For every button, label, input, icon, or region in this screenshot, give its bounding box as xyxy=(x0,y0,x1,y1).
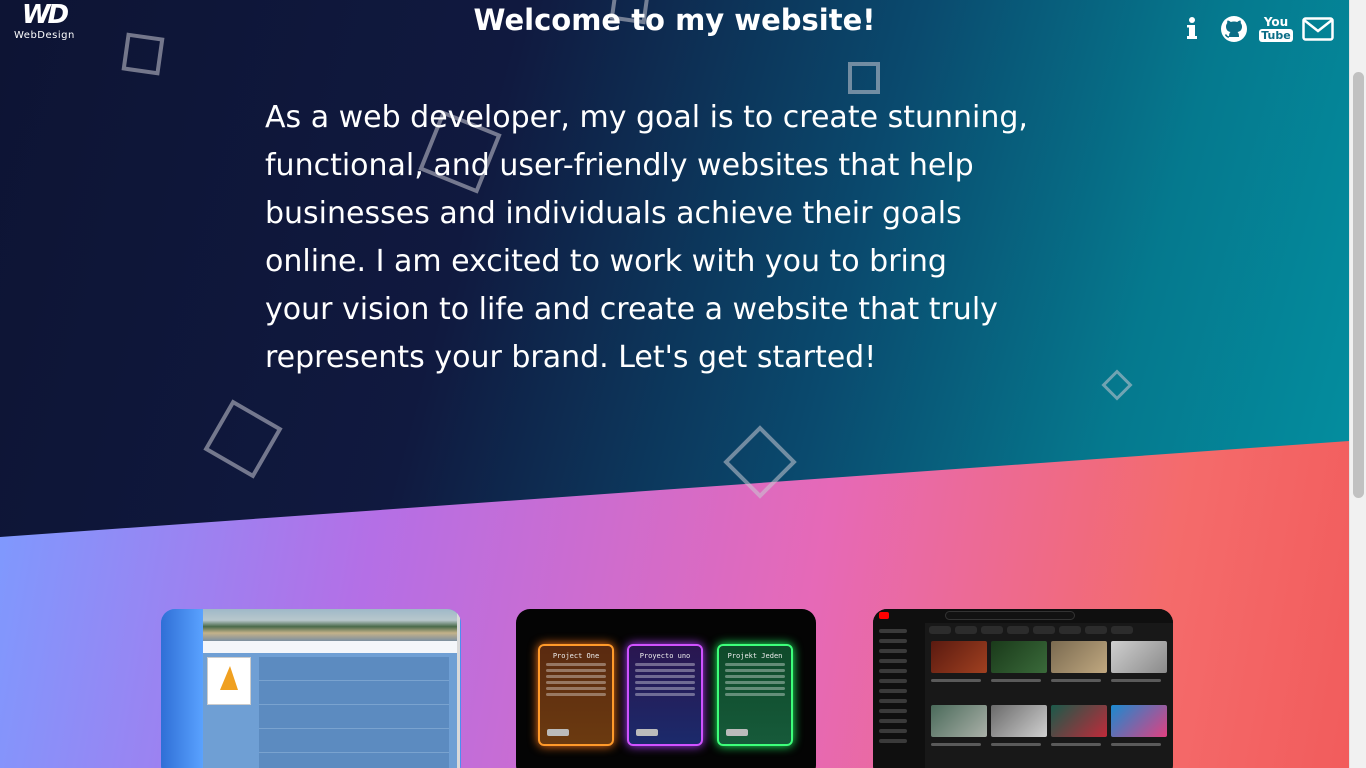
project-screenshot xyxy=(203,609,460,768)
project-card-sailing-club[interactable] xyxy=(161,609,461,768)
youtube-icon: You Tube xyxy=(1259,15,1293,42)
yt-clone-search xyxy=(945,611,1075,620)
lake-photo xyxy=(203,609,458,641)
intro-line: As a web developer, my goal is to create… xyxy=(265,100,1028,135)
yt-clone-topbar xyxy=(873,609,1173,623)
intro-line: functional, and user-friendly websites t… xyxy=(265,148,974,183)
screenshot-table xyxy=(259,657,449,768)
club-logo xyxy=(207,657,251,705)
screenshot-scrollbar xyxy=(457,609,460,768)
yt-clone-chips xyxy=(929,626,1169,634)
intro-line: businesses and individuals achieve their… xyxy=(265,196,962,231)
yt-clone-thumbnail xyxy=(991,641,1047,673)
decorative-square xyxy=(121,32,165,76)
neon-box-title: Project One xyxy=(552,652,600,660)
info-icon xyxy=(1187,17,1197,39)
neon-box-button xyxy=(726,729,748,736)
intro-line: represents your brand. Let's get started… xyxy=(265,340,877,375)
scrollbar-thumb[interactable] xyxy=(1353,72,1364,498)
github-icon xyxy=(1221,16,1247,42)
screenshot-nav xyxy=(203,641,458,653)
yt-clone-thumbnail xyxy=(1051,705,1107,737)
youtube-icon-top: You xyxy=(1263,15,1289,29)
yt-clone-thumbnail xyxy=(991,705,1047,737)
yt-clone-thumbnail xyxy=(1111,705,1167,737)
neon-box-purple: Proyecto uno xyxy=(627,644,703,746)
yt-clone-thumbnail xyxy=(931,705,987,737)
page-title: Welcome to my website! xyxy=(473,3,876,37)
intro-line: your vision to life and create a website… xyxy=(265,292,998,327)
yt-clone-thumbnail xyxy=(1051,641,1107,673)
youtube-link[interactable]: You Tube xyxy=(1259,12,1293,46)
youtube-icon-bottom: Tube xyxy=(1259,29,1293,42)
page: WD WebDesign Welcome to my website! You … xyxy=(0,0,1349,768)
yt-clone-thumbnail xyxy=(931,641,987,673)
page-scrollbar[interactable] xyxy=(1349,0,1366,768)
intro-paragraph: As a web developer, my goal is to create… xyxy=(265,94,1095,382)
neon-box-title: Proyecto uno xyxy=(639,652,691,660)
mail-link[interactable] xyxy=(1301,12,1335,46)
neon-box-button xyxy=(547,729,569,736)
neon-box-green: Projekt Jeden xyxy=(717,644,793,746)
github-link[interactable] xyxy=(1218,12,1250,46)
neon-box-orange: Project One xyxy=(538,644,614,746)
yt-clone-sidebar xyxy=(873,623,925,768)
decorative-square xyxy=(848,62,880,94)
intro-line: online. I am excited to work with you to… xyxy=(265,244,947,279)
yt-clone-logo xyxy=(879,612,889,619)
project-card-neon[interactable]: Project One Proyecto uno Projekt Jeden xyxy=(516,609,816,768)
project-card-youtube-clone[interactable] xyxy=(873,609,1173,768)
info-link[interactable] xyxy=(1182,12,1202,46)
mail-icon xyxy=(1302,17,1334,41)
neon-box-button xyxy=(636,729,658,736)
neon-box-title: Projekt Jeden xyxy=(727,652,783,660)
card-side-strip xyxy=(161,609,203,768)
yt-clone-thumbnail xyxy=(1111,641,1167,673)
